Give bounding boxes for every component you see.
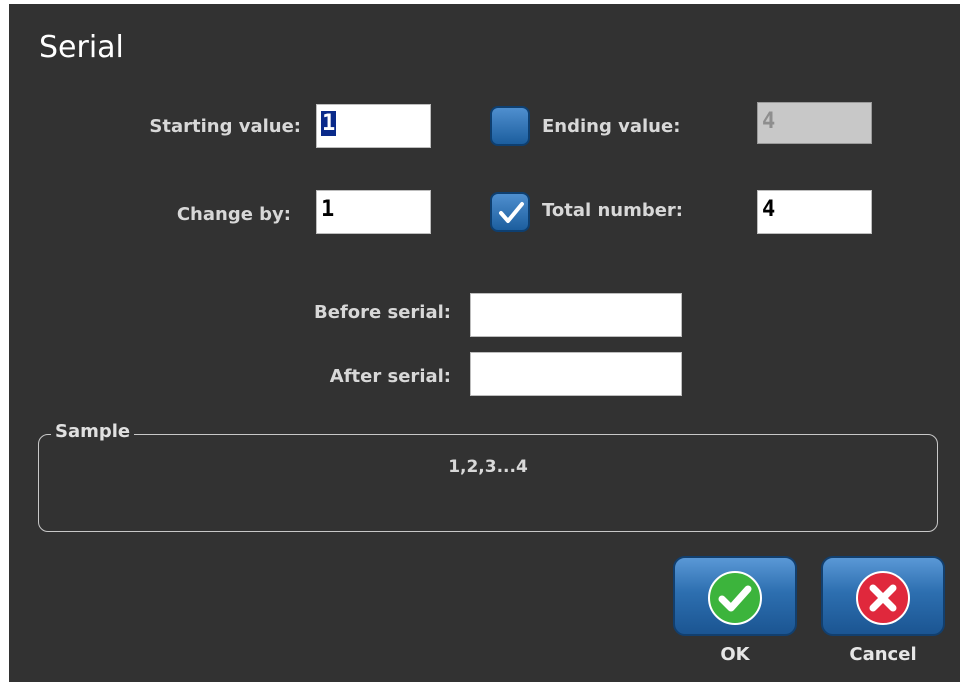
starting-value-label: Starting value:: [149, 116, 301, 137]
cancel-label: Cancel: [849, 644, 917, 665]
close-icon: [856, 571, 910, 625]
change-by-input[interactable]: 1: [316, 190, 431, 234]
after-serial-label: After serial:: [329, 366, 451, 387]
sample-legend: Sample: [51, 421, 135, 442]
starting-value-input[interactable]: 1: [316, 104, 431, 148]
starting-value-text: 1: [321, 111, 337, 136]
cancel-button[interactable]: [821, 556, 945, 636]
change-by-label: Change by:: [176, 204, 291, 225]
checkmark-icon: [499, 202, 524, 223]
before-serial-input[interactable]: [470, 293, 682, 337]
before-serial-label: Before serial:: [314, 302, 451, 323]
ok-button[interactable]: [673, 556, 797, 636]
ok-label: OK: [720, 644, 750, 665]
after-serial-input[interactable]: [470, 352, 682, 396]
total-number-checkbox[interactable]: [490, 192, 530, 232]
ending-value-checkbox[interactable]: [490, 106, 530, 146]
dialog-title: Serial: [39, 30, 124, 65]
total-number-label: Total number:: [542, 200, 683, 221]
sample-text: 1,2,3...4: [448, 457, 528, 477]
check-icon: [708, 571, 762, 625]
ending-value-input: 4: [757, 102, 872, 144]
sample-group: Sample 1,2,3...4: [38, 421, 938, 532]
ending-value-label: Ending value:: [542, 116, 681, 137]
total-number-input[interactable]: 4: [757, 190, 872, 234]
serial-dialog: Serial Starting value: 1 Ending value: 4…: [9, 4, 960, 682]
